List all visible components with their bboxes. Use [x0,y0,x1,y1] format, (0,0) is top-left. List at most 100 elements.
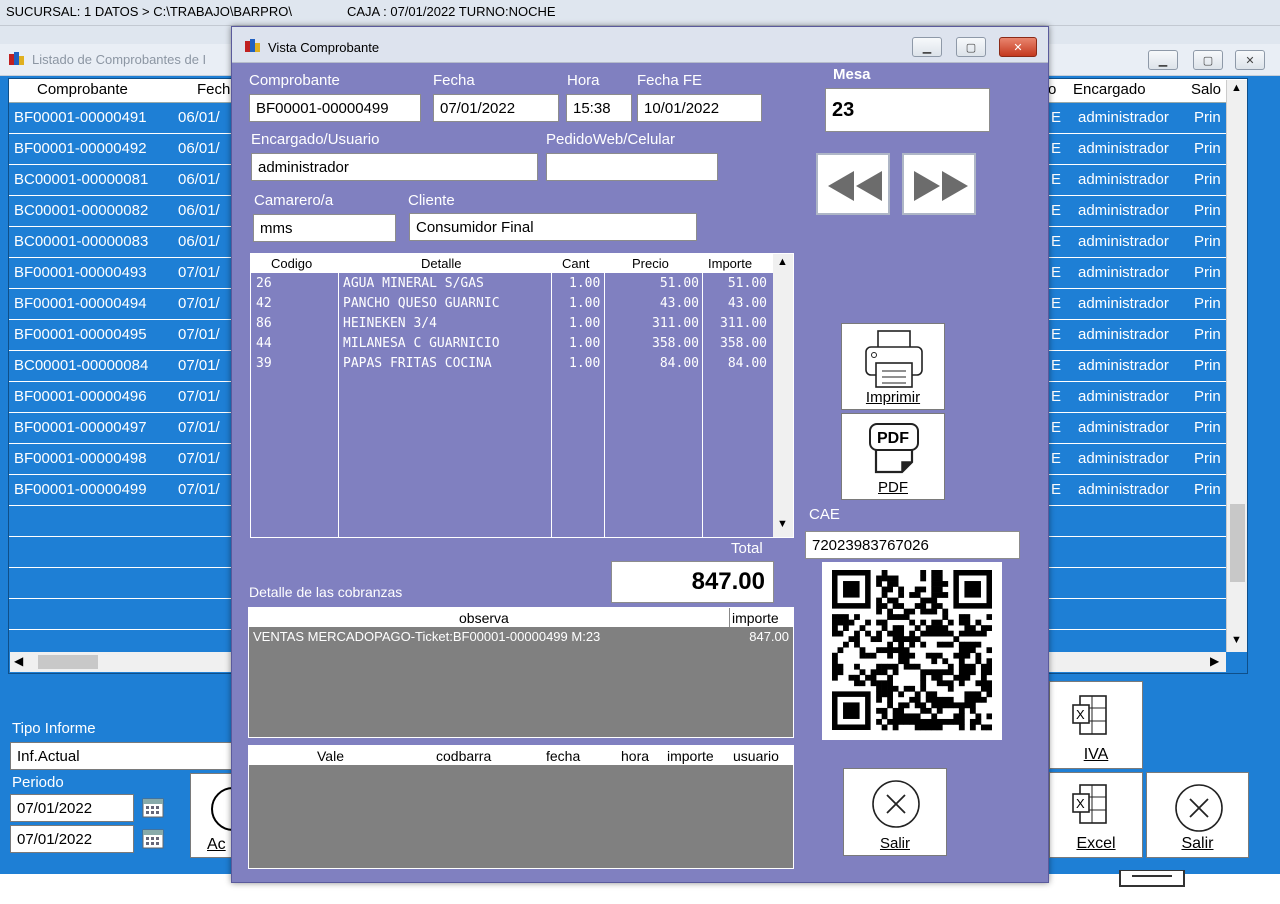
scroll-up-icon[interactable]: ▲ [1231,82,1242,94]
scroll-left-icon[interactable]: ◀ [14,654,23,668]
col-codigo[interactable]: Codigo [271,256,312,271]
cell-comprobante: BF00001-00000495 [14,326,147,343]
imprimir-button[interactable]: Imprimir [841,323,945,410]
sucursal-path: SUCURSAL: 1 DATOS > C:\TRABAJO\BARPRO\ [6,4,292,19]
fecha-value: 07/01/2022 [440,100,516,117]
comprobante-label: Comprobante [249,72,340,89]
col-detalle[interactable]: Detalle [421,256,461,271]
maximize-icon: ▢ [965,42,977,54]
iva-button[interactable]: X IVA [1049,681,1143,769]
actualizar-button[interactable]: Ac [190,773,233,858]
cell-e: E [1051,419,1062,436]
dialog-close-button[interactable]: ✕ [999,37,1037,57]
total-field: 847.00 [611,561,774,603]
cell-encargado: administrador [1078,140,1169,157]
col-vale-importe[interactable]: importe [667,748,714,764]
dialog-minimize-button[interactable]: ▁ [912,37,942,57]
mesa-field[interactable]: 23 [825,88,990,132]
col-vale-usuario[interactable]: usuario [733,748,779,764]
col-salon[interactable]: Salo [1191,81,1221,98]
tipo-informe-select[interactable]: Inf.Actual [10,742,232,770]
cell-salon: Prin [1194,357,1221,374]
scroll-right-icon[interactable]: ▶ [1210,654,1219,668]
cliente-field[interactable]: Consumidor Final [409,213,697,241]
cell-comprobante: BF00001-00000494 [14,295,147,312]
cell-fecha: 07/01/ [178,481,220,498]
cell-salon: Prin [1194,109,1221,126]
excel-button[interactable]: X Excel [1049,772,1143,858]
cell-comprobante: BF00001-00000498 [14,450,147,467]
tipo-informe-value: Inf.Actual [17,748,80,765]
col-o[interactable]: o [1048,81,1056,98]
fechafe-field[interactable]: 10/01/2022 [637,94,762,122]
scroll-down-icon[interactable]: ▼ [1231,634,1242,646]
cell-comprobante: BF00001-00000496 [14,388,147,405]
previous-button[interactable] [816,153,890,215]
cell-fecha: 07/01/ [178,264,220,281]
next-button[interactable] [902,153,976,215]
minimize-button[interactable]: ▁ [1148,50,1178,70]
cell-fecha: 07/01/ [178,419,220,436]
printer-icon [1119,870,1185,887]
calendar-icon[interactable] [142,828,164,850]
maximize-button[interactable]: ▢ [1193,50,1223,70]
col-encargado[interactable]: Encargado [1073,81,1146,98]
cliente-value: Consumidor Final [416,219,534,236]
fechafe-label: Fecha FE [637,72,703,89]
col-vale-fecha[interactable]: fecha [546,748,580,764]
scrollbar-thumb[interactable] [38,655,98,669]
pdf-button[interactable]: PDF PDF [841,413,945,500]
cell-salon: Prin [1194,140,1221,157]
app-icon [9,52,24,65]
scroll-up-icon[interactable]: ▲ [777,256,788,268]
cae-field[interactable]: 72023983767026 [805,531,1020,559]
refresh-icon [211,787,233,831]
encargado-field[interactable]: administrador [251,153,538,181]
items-scrollbar[interactable]: ▲ ▼ [773,254,793,537]
col-comprobante[interactable]: Comprobante [37,81,128,98]
cae-label: CAE [809,506,840,523]
item-detalle: PANCHO QUESO GUARNIC [343,296,500,311]
cobranzas-label: Detalle de las cobranzas [249,584,403,600]
item-codigo: 39 [256,356,272,371]
periodo-desde-input[interactable]: 07/01/2022 [10,794,134,822]
cell-salon: Prin [1194,326,1221,343]
salir-button[interactable]: Salir [843,768,947,856]
svg-text:X: X [1076,796,1085,811]
fechafe-value: 10/01/2022 [644,100,720,117]
hora-field[interactable]: 15:38 [566,94,632,122]
comprobante-field[interactable]: BF00001-00000499 [249,94,421,122]
bg-salir-label: Salir [1181,835,1214,852]
item-importe: 311.00 [720,316,767,331]
col-fecha[interactable]: Fech [197,81,230,98]
camarero-field[interactable]: mms [253,214,396,242]
calendar-icon[interactable] [142,797,164,819]
printer-icon [865,330,923,388]
col-cobranza-importe[interactable]: importe [732,610,779,626]
scrollbar-thumb[interactable] [1230,504,1245,582]
mesa-value: 23 [832,99,855,121]
cell-e: E [1051,388,1062,405]
close-window-button[interactable]: ✕ [1235,50,1265,70]
cliente-label: Cliente [408,192,455,209]
col-precio[interactable]: Precio [632,256,669,271]
periodo-hasta-input[interactable]: 07/01/2022 [10,825,134,853]
scroll-down-icon[interactable]: ▼ [777,518,788,530]
dialog-maximize-button[interactable]: ▢ [956,37,986,57]
bg-salir-button[interactable]: Salir [1146,772,1249,858]
col-vale-hora[interactable]: hora [621,748,649,764]
pdf-label: PDF [878,479,908,496]
item-cant: 1.00 [569,356,601,371]
excel-icon: X [1072,695,1107,735]
fecha-field[interactable]: 07/01/2022 [433,94,559,122]
cell-salon: Prin [1194,481,1221,498]
cell-fecha: 07/01/ [178,295,220,312]
col-importe[interactable]: Importe [708,256,752,271]
col-codbarra[interactable]: codbarra [436,748,491,764]
col-observa[interactable]: observa [459,610,509,626]
col-vale[interactable]: Vale [317,748,344,764]
cell-comprobante: BC00001-00000081 [14,171,149,188]
grid-vertical-scrollbar[interactable]: ▲ ▼ [1226,80,1247,652]
pedido-field[interactable] [546,153,718,181]
col-cant[interactable]: Cant [562,256,589,271]
